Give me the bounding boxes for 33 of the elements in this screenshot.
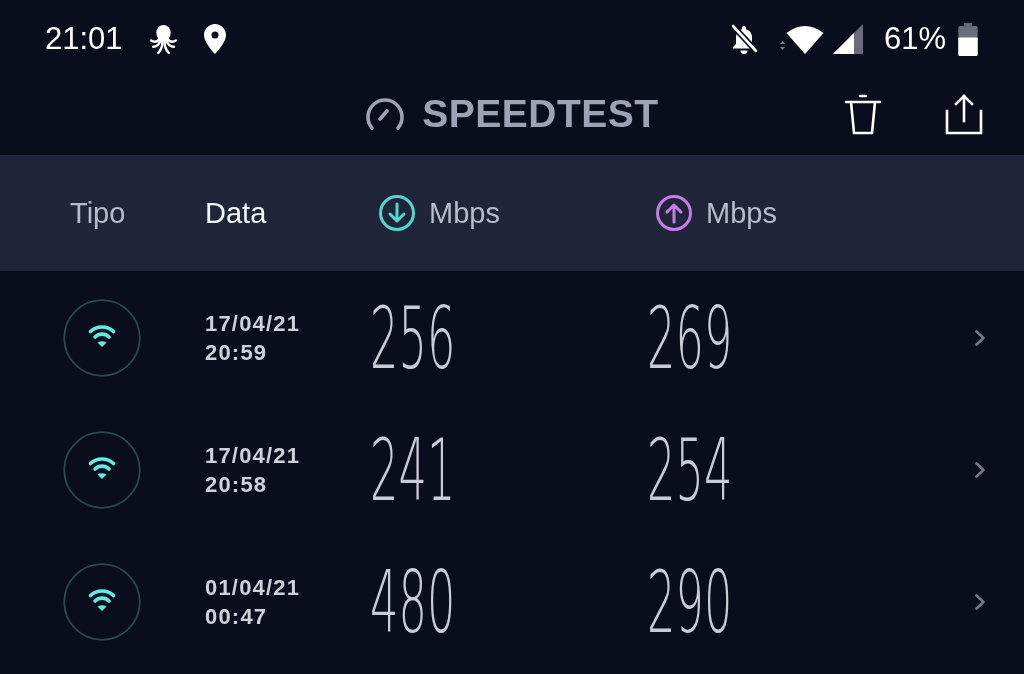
- download-speed-text: 256: [370, 295, 456, 381]
- time-text: 20:59: [205, 339, 268, 367]
- trash-icon[interactable]: [844, 93, 882, 135]
- column-header-tab[interactable]: Mbps: [655, 194, 777, 232]
- wifi-icon: [63, 563, 141, 641]
- download-speed-text: 480: [370, 559, 456, 645]
- wifi-icon: [63, 299, 141, 377]
- date-text: 17/04/21: [205, 442, 301, 470]
- speedometer-icon: [365, 97, 406, 131]
- download-speed-text: 241: [370, 427, 456, 513]
- column-header-tab[interactable]: Mbps: [378, 194, 500, 232]
- octopus-icon: [147, 23, 179, 55]
- location-pin-icon: [203, 24, 226, 54]
- wifi-icon: [63, 431, 141, 509]
- battery-percent-text: 61%: [883, 21, 946, 57]
- share-icon[interactable]: [944, 93, 984, 135]
- wifi-signal-icon: [777, 23, 824, 55]
- clock-text: 21:01: [45, 21, 123, 57]
- time-text: 20:58: [205, 471, 268, 499]
- cell-signal-icon: [831, 23, 864, 55]
- column-header-tab[interactable]: Tipo: [70, 196, 126, 230]
- upload-speed-text: 269: [647, 295, 733, 381]
- column-header-tab[interactable]: Data: [205, 196, 267, 230]
- date-text: 17/04/21: [205, 310, 301, 338]
- chevron-right-icon: [974, 461, 986, 479]
- chevron-right-icon: [974, 329, 986, 347]
- app-title: SPEEDTEST: [422, 92, 659, 136]
- time-text: 00:47: [205, 603, 268, 631]
- battery-icon: [958, 22, 978, 56]
- upload-speed-text: 290: [647, 559, 733, 645]
- date-text: 01/04/21: [205, 574, 301, 602]
- upload-speed-text: 254: [647, 427, 733, 513]
- chevron-right-icon: [974, 593, 986, 611]
